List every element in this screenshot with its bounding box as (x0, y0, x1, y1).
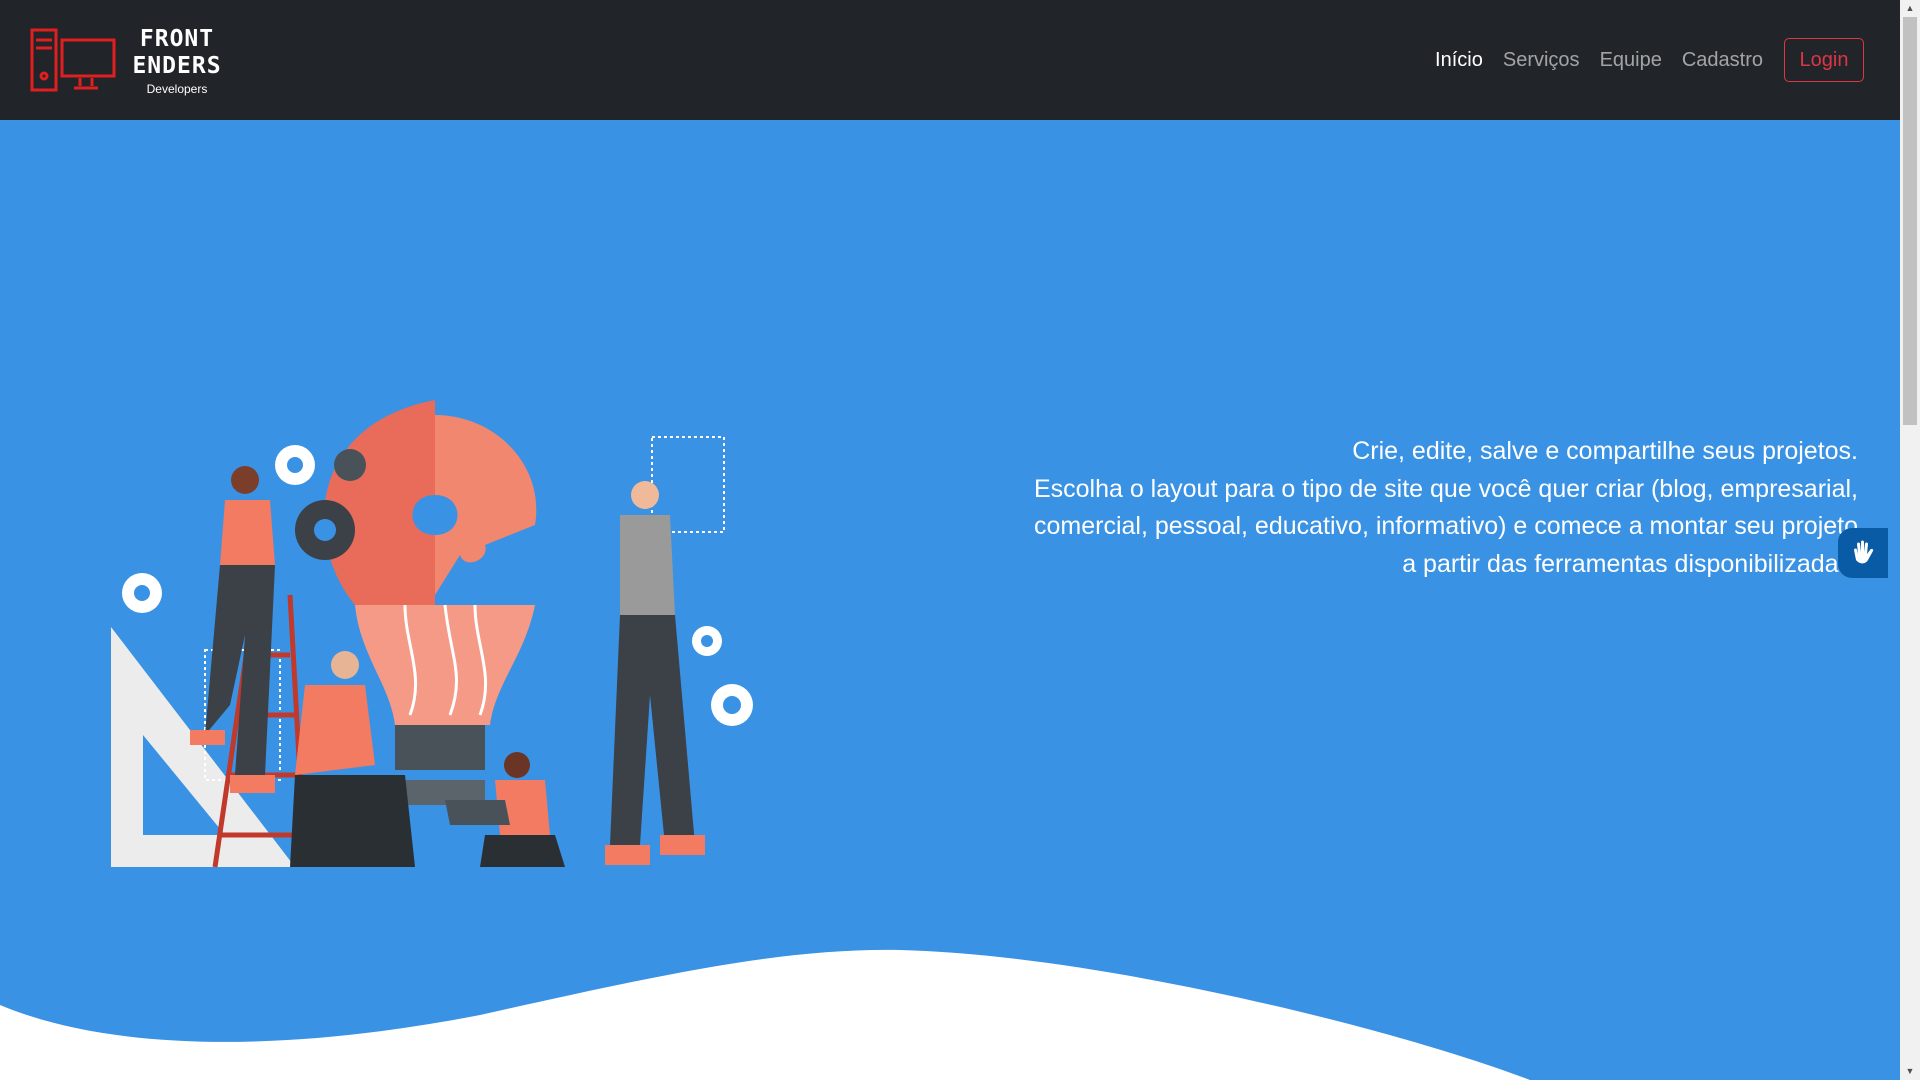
brand-text: FRONT ENDERS Developers (122, 26, 232, 96)
brand-logo[interactable]: FRONT ENDERS Developers (30, 26, 230, 98)
hero-description: Crie, edite, salve e compartilhe seus pr… (978, 433, 1858, 583)
nav-menu: Início Serviços Equipe Cadastro Login (1415, 37, 1864, 83)
sign-language-hand-icon (1854, 540, 1874, 564)
nav-link-servicos[interactable]: Serviços (1503, 37, 1580, 83)
brand-name-line2: ENDERS (132, 53, 222, 79)
lightbulb-body (355, 605, 535, 725)
computer-monitor-icon (30, 28, 116, 92)
top-navbar: FRONT ENDERS Developers Início Serviços … (0, 0, 1900, 120)
nav-link-inicio[interactable]: Início (1435, 37, 1483, 83)
nav-link-cadastro[interactable]: Cadastro (1682, 37, 1763, 83)
nav-link-equipe[interactable]: Equipe (1600, 37, 1662, 83)
login-button[interactable]: Login (1784, 38, 1864, 82)
vertical-scrollbar[interactable]: ▲ ▼ (1900, 0, 1920, 1080)
puzzle-left-piece (324, 400, 435, 605)
person-standing (605, 481, 705, 865)
brand-subtitle: Developers (146, 82, 208, 96)
hero-line: comercial, pessoal, educativo, informati… (1034, 512, 1858, 540)
team-building-illustration (111, 400, 753, 868)
lightbulb-base (395, 725, 485, 770)
bottom-wave-divider (0, 949, 1530, 1080)
brand-name-line1: FRONT (139, 26, 215, 52)
scroll-down-arrow-icon[interactable]: ▼ (1900, 1063, 1920, 1080)
scrollbar-thumb[interactable] (1903, 17, 1917, 425)
scroll-up-arrow-icon[interactable]: ▲ (1900, 0, 1920, 17)
hero-line: a partir das ferramentas disponibilizada… (1402, 549, 1858, 578)
puzzle-right-piece (435, 415, 537, 595)
accessibility-widget-button[interactable] (1838, 528, 1888, 578)
gear-icon (334, 449, 366, 481)
hero-line: Escolha o layout para o tipo de site que… (1033, 474, 1858, 503)
hero-line: Crie, edite, salve e compartilhe seus pr… (1352, 437, 1858, 465)
